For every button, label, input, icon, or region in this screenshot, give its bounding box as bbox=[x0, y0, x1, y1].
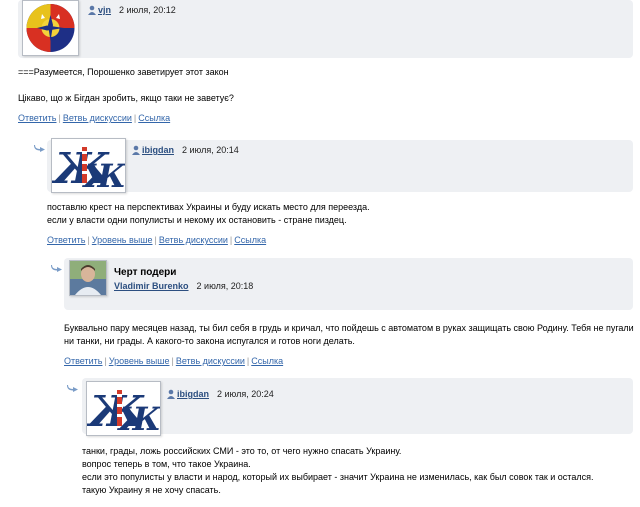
comment-meta: ibigdan 2 июля, 20:24 bbox=[166, 389, 274, 399]
comment-date: 2 июля, 20:18 bbox=[196, 281, 254, 291]
parent-link[interactable]: Уровень выше bbox=[109, 356, 170, 366]
comment-line: ===Разумеется, Порошенко заветирует этот… bbox=[18, 67, 229, 77]
username-link[interactable]: ibigdan bbox=[177, 389, 209, 399]
comment-date: 2 июля, 20:24 bbox=[217, 389, 274, 399]
comment-actions: Ответить | Уровень выше | Ветвь дискуссии | Сс… bbox=[47, 235, 267, 245]
user-icon bbox=[167, 389, 175, 399]
comment-line: если у власти одни популисты и некому их… bbox=[47, 215, 347, 225]
svg-text:Ж: Ж bbox=[82, 157, 125, 192]
svg-text:Ж: Ж bbox=[117, 400, 160, 435]
comment-actions: Ответить | Ветвь дискуссии | Ссылка bbox=[18, 113, 171, 123]
comment-line: танки, грады, ложь российских СМИ - это … bbox=[82, 446, 402, 456]
comment-line: такую Украину я не хочу спасать. bbox=[82, 485, 221, 495]
avatar[interactable]: Ж Ж bbox=[51, 138, 126, 193]
comment-line: Цікаво, що ж Бігдан зробить, якщо таки н… bbox=[18, 93, 234, 103]
username-link[interactable]: Vladimir Burenko bbox=[114, 281, 189, 291]
comment-meta: ibigdan 2 июля, 20:14 bbox=[131, 145, 239, 155]
user-icon bbox=[132, 145, 140, 155]
user-photo bbox=[70, 261, 106, 295]
emblem-icon bbox=[26, 4, 75, 52]
comment-body: ===Разумеется, Порошенко заветирует этот… bbox=[18, 66, 234, 105]
comment-body: танки, грады, ложь российских СМИ - это … bbox=[82, 445, 593, 497]
comment-line: вопрос теперь в том, что такое Украина. bbox=[82, 459, 251, 469]
thread-link[interactable]: Ветвь дискуссии bbox=[63, 113, 132, 123]
comment-ibigdan-reply: Ж Ж ibigdan 2 июля, 20:24 танки, грады, л… bbox=[0, 378, 640, 507]
reply-link[interactable]: Ответить bbox=[18, 113, 56, 123]
lj-logo-icon: Ж Ж bbox=[87, 387, 160, 435]
avatar[interactable] bbox=[22, 0, 79, 56]
comment-line: поставлю крест на перспективах Украины и… bbox=[47, 202, 370, 212]
comment-actions: Ответить | Уровень выше | Ветвь дискуссии | Сс… bbox=[64, 356, 284, 366]
user-icon bbox=[88, 5, 96, 15]
comment-line: Буквально пару месяцев назад, ты бил себ… bbox=[64, 323, 634, 333]
comment-date: 2 июля, 20:12 bbox=[119, 5, 176, 15]
reply-link[interactable]: Ответить bbox=[47, 235, 85, 245]
comment-vladimir-burenko: Черт подери Vladimir Burenko 2 июля, 20:1… bbox=[0, 255, 640, 375]
permalink-link[interactable]: Ссылка bbox=[251, 356, 283, 366]
lj-logo-icon: Ж Ж bbox=[52, 144, 125, 192]
parent-link[interactable]: Уровень выше bbox=[92, 235, 153, 245]
comment-meta: vjn 2 июля, 20:12 bbox=[87, 5, 176, 15]
thread-link[interactable]: Ветвь дискуссии bbox=[159, 235, 228, 245]
comment-header bbox=[82, 378, 633, 434]
thread-link[interactable]: Ветвь дискуссии bbox=[176, 356, 245, 366]
comment-ibigdan: Ж Ж ibigdan 2 июля, 20:14 поставлю крест … bbox=[0, 135, 640, 250]
reply-link[interactable]: Ответить bbox=[64, 356, 102, 366]
permalink-link[interactable]: Ссылка bbox=[138, 113, 170, 123]
username-link[interactable]: ibigdan bbox=[142, 145, 174, 155]
permalink-link[interactable]: Ссылка bbox=[234, 235, 266, 245]
comment-date: 2 июля, 20:14 bbox=[182, 145, 239, 155]
comment-title: Черт подери bbox=[114, 267, 177, 278]
avatar[interactable] bbox=[69, 260, 107, 296]
comment-body: Буквально пару месяцев назад, ты бил себ… bbox=[64, 322, 634, 348]
comment-meta: Vladimir Burenko 2 июля, 20:18 bbox=[114, 281, 253, 291]
comment-line: ни танки, ни грады. А какого-то закона и… bbox=[64, 336, 355, 346]
avatar[interactable]: Ж Ж bbox=[86, 381, 161, 436]
username-link[interactable]: vjn bbox=[98, 5, 111, 15]
comment-line: если это популисты у власти и народ, кот… bbox=[82, 472, 594, 482]
comment-vjn: vjn 2 июля, 20:12 ===Разумеется, Порошенк… bbox=[0, 0, 640, 130]
comment-body: поставлю крест на перспективах Украины и… bbox=[47, 201, 370, 227]
